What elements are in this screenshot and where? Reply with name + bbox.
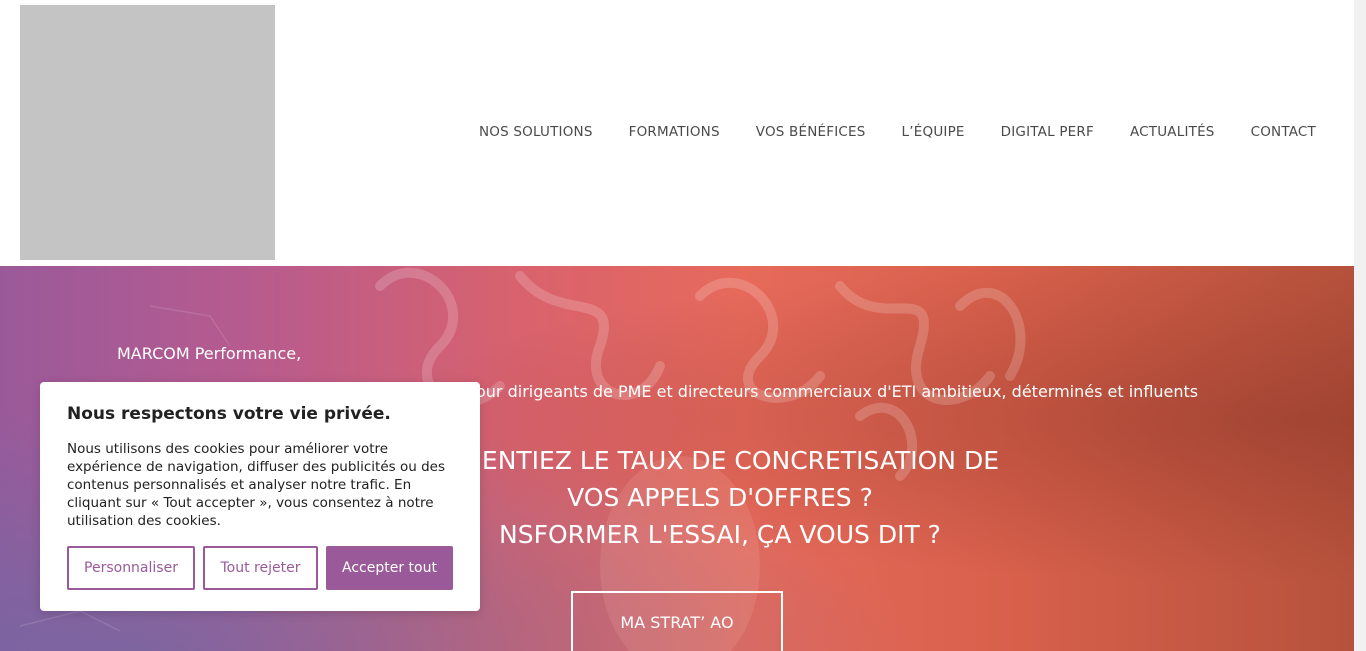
- cookie-title: Nous respectons votre vie privée.: [67, 404, 391, 424]
- nav-item-vos-benefices[interactable]: VOS BÉNÉFICES: [756, 124, 866, 140]
- nav-item-equipe[interactable]: L’ÉQUIPE: [902, 124, 965, 140]
- hero-subtitle: our dirigeants de PME et directeurs comm…: [476, 382, 1199, 401]
- customize-cookies-button[interactable]: Personnaliser: [67, 546, 195, 590]
- strategy-ao-button[interactable]: MA STRAT’ AO: [571, 591, 783, 651]
- main-nav: NOS SOLUTIONS FORMATIONS VOS BÉNÉFICES L…: [479, 124, 1316, 140]
- nav-item-actualites[interactable]: ACTUALITÉS: [1130, 124, 1215, 140]
- page-scrollbar[interactable]: [1354, 0, 1366, 651]
- nav-item-contact[interactable]: CONTACT: [1251, 124, 1316, 140]
- reject-all-button[interactable]: Tout rejeter: [203, 546, 318, 590]
- cookie-button-row: Personnaliser Tout rejeter Accepter tout: [67, 546, 453, 590]
- nav-item-formations[interactable]: FORMATIONS: [629, 124, 720, 140]
- cookie-consent-banner: Nous respectons votre vie privée. Nous u…: [40, 382, 480, 611]
- accept-all-button[interactable]: Accepter tout: [326, 546, 453, 590]
- site-logo[interactable]: [20, 5, 275, 260]
- cookie-body-text: Nous utilisons des cookies pour améliore…: [67, 441, 445, 529]
- hero-brand-line: MARCOM Performance,: [117, 344, 302, 363]
- nav-item-digital-perf[interactable]: DIGITAL PERF: [1001, 124, 1094, 140]
- nav-item-nos-solutions[interactable]: NOS SOLUTIONS: [479, 124, 593, 140]
- site-header: NOS SOLUTIONS FORMATIONS VOS BÉNÉFICES L…: [0, 0, 1354, 266]
